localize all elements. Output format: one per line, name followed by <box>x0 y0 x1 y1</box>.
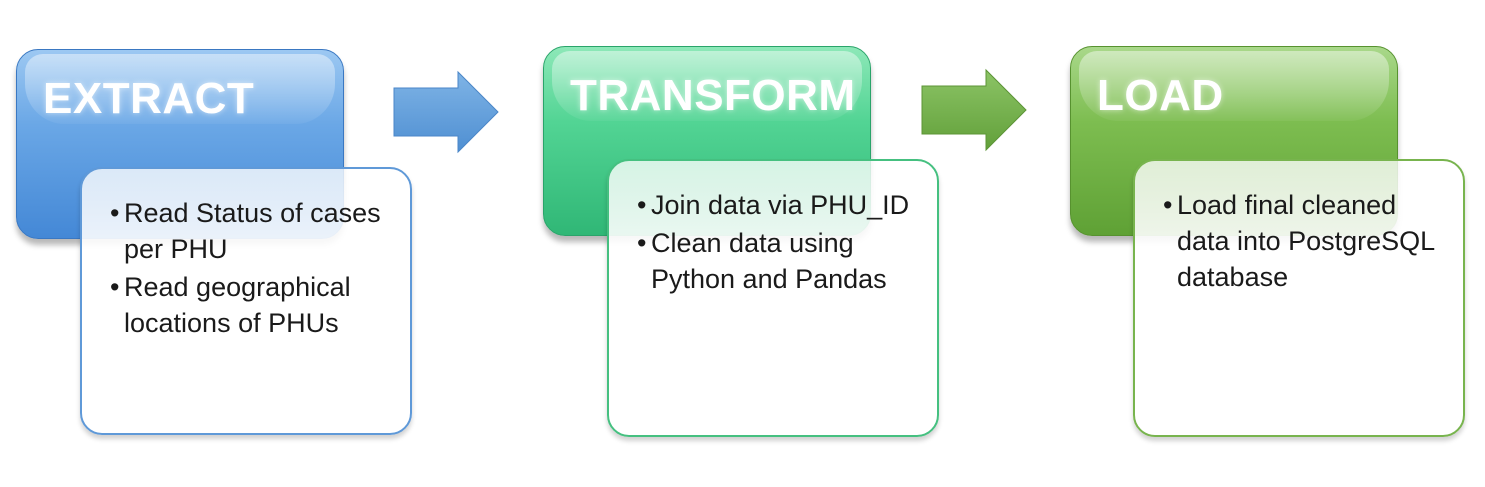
transform-bullet-list: Join data via PHU_ID Clean data using Py… <box>637 187 925 299</box>
extract-bullet-list: Read Status of cases per PHU Read geogra… <box>110 195 398 343</box>
load-bullet-1: Load final cleaned data into PostgreSQL … <box>1163 187 1451 295</box>
load-bullet-list: Load final cleaned data into PostgreSQL … <box>1163 187 1451 297</box>
extract-title: EXTRACT <box>43 74 255 123</box>
extract-detail-box: Read Status of cases per PHU Read geogra… <box>80 167 412 435</box>
transform-detail-box: Join data via PHU_ID Clean data using Py… <box>607 159 939 437</box>
arrow-transform-to-load <box>921 68 1027 152</box>
load-detail-box: Load final cleaned data into PostgreSQL … <box>1133 159 1465 437</box>
transform-title: TRANSFORM <box>570 71 856 120</box>
extract-bullet-2: Read geographical locations of PHUs <box>110 269 398 341</box>
arrow-extract-to-transform <box>393 70 499 154</box>
load-title: LOAD <box>1097 71 1224 120</box>
transform-bullet-1: Join data via PHU_ID <box>637 187 925 223</box>
extract-bullet-1: Read Status of cases per PHU <box>110 195 398 267</box>
transform-bullet-2: Clean data using Python and Pandas <box>637 225 925 297</box>
